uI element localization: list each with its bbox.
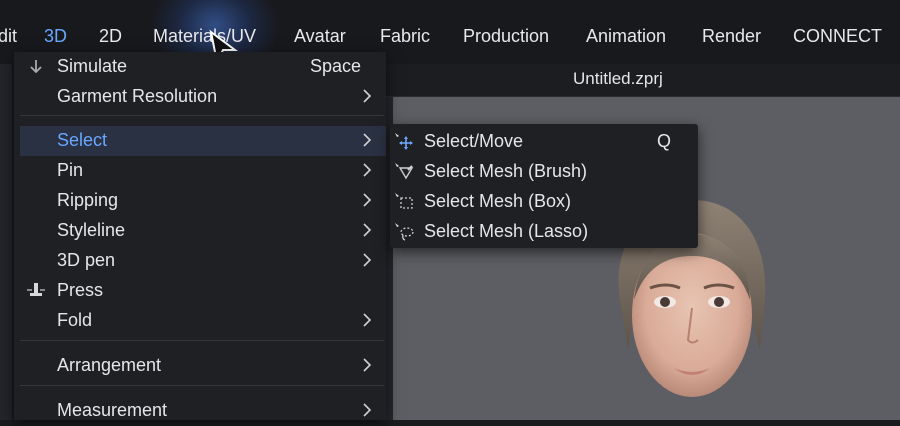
chevron-right-icon bbox=[363, 253, 372, 267]
chevron-right-icon bbox=[363, 358, 372, 372]
chevron-right-icon bbox=[363, 313, 372, 327]
menu-item-label: Press bbox=[57, 280, 104, 300]
shortcut-label: Space bbox=[309, 56, 361, 76]
document-titlebar: Untitled.zprj bbox=[385, 64, 900, 97]
menu-separator bbox=[20, 385, 384, 386]
chevron-right-icon bbox=[363, 223, 372, 237]
menu-item-label: 3D pen bbox=[57, 250, 116, 270]
menu-item-label: Garment Resolution bbox=[57, 86, 218, 106]
menu-item-label: Fold bbox=[57, 310, 93, 330]
menu-item-label: Ripping bbox=[57, 190, 119, 210]
menu-item-fold[interactable]: Fold bbox=[20, 306, 386, 336]
chevron-right-icon bbox=[363, 403, 372, 417]
menu-item-label: Measurement bbox=[57, 400, 168, 420]
submenu-item-select-move[interactable]: Select/Move Q bbox=[390, 127, 698, 157]
chevron-right-icon bbox=[363, 163, 372, 177]
menu-production[interactable]: Production bbox=[463, 26, 549, 47]
submenu-item-label: Select/Move bbox=[424, 131, 524, 151]
menu-connect[interactable]: CONNECT bbox=[793, 26, 882, 47]
submenu-item-select-mesh-box[interactable]: Select Mesh (Box) bbox=[390, 187, 698, 217]
menu-animation[interactable]: Animation bbox=[586, 26, 666, 47]
menu-item-ripping[interactable]: Ripping bbox=[20, 186, 386, 216]
left-toolbar-strip bbox=[0, 64, 12, 420]
submenu-item-select-mesh-lasso[interactable]: Select Mesh (Lasso) bbox=[390, 217, 698, 247]
select-mesh-brush-icon bbox=[395, 163, 414, 180]
menu-item-3d-pen[interactable]: 3D pen bbox=[20, 246, 386, 276]
menu-fabric[interactable]: Fabric bbox=[380, 26, 430, 47]
chevron-right-icon bbox=[363, 133, 372, 147]
menu-item-arrangement[interactable]: Arrangement bbox=[20, 351, 386, 381]
submenu-item-label: Select Mesh (Lasso) bbox=[424, 221, 589, 241]
submenu-item-label: Select Mesh (Box) bbox=[424, 191, 572, 211]
simulate-arrow-icon bbox=[30, 60, 42, 74]
menu-render[interactable]: Render bbox=[702, 26, 761, 47]
select-move-icon bbox=[395, 133, 413, 150]
menu-edit[interactable]: dit bbox=[0, 26, 17, 47]
menu-separator bbox=[20, 115, 384, 116]
shortcut-label: Q bbox=[657, 131, 672, 151]
select-mesh-box-icon bbox=[395, 193, 413, 209]
press-icon bbox=[27, 283, 45, 296]
menu-item-measurement[interactable]: Measurement bbox=[20, 396, 386, 426]
menu-item-styleline[interactable]: Styleline bbox=[20, 216, 386, 246]
menu-item-label: Pin bbox=[57, 160, 84, 180]
menu-3d[interactable]: 3D bbox=[44, 26, 67, 47]
submenu-item-label: Select Mesh (Brush) bbox=[424, 161, 588, 181]
menu-item-label: Select bbox=[57, 130, 108, 150]
menu-item-label: Arrangement bbox=[57, 355, 162, 375]
select-mesh-lasso-icon bbox=[395, 223, 414, 241]
chevron-right-icon bbox=[363, 89, 372, 103]
menu-avatar[interactable]: Avatar bbox=[294, 26, 346, 47]
menu-separator bbox=[20, 340, 384, 341]
menu-item-pin[interactable]: Pin bbox=[20, 156, 386, 186]
3d-dropdown-menu: Simulate Space Garment Resolution Select… bbox=[14, 52, 386, 420]
submenu-item-select-mesh-brush[interactable]: Select Mesh (Brush) bbox=[390, 157, 698, 187]
menu-item-garment-resolution[interactable]: Garment Resolution bbox=[20, 82, 386, 112]
menu-item-select[interactable]: Select bbox=[20, 126, 386, 156]
menu-item-label: Simulate bbox=[57, 56, 128, 76]
menu-2d[interactable]: 2D bbox=[99, 26, 122, 47]
menu-item-label: Styleline bbox=[57, 220, 126, 240]
chevron-right-icon bbox=[363, 193, 372, 207]
menu-item-simulate[interactable]: Simulate Space bbox=[20, 52, 386, 82]
select-submenu: Select/Move Q Select Mesh (Brush) Select… bbox=[390, 124, 698, 248]
document-title: Untitled.zprj bbox=[573, 69, 663, 88]
menu-item-press[interactable]: Press bbox=[20, 276, 386, 306]
